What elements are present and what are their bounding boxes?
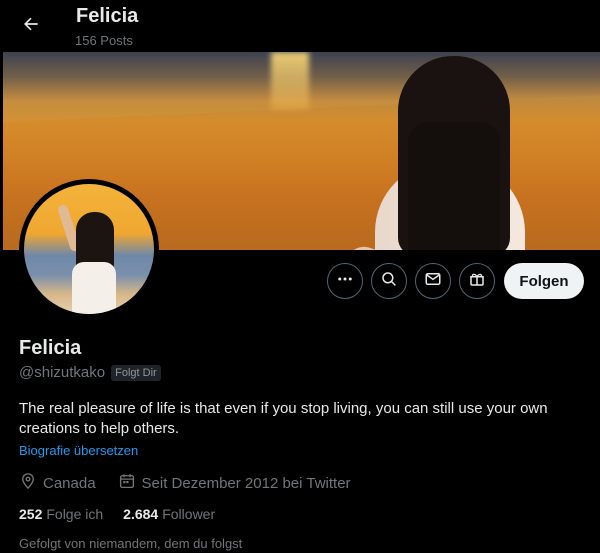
profile-page: Felicia 156 Posts Folgen Felicia @shizut… bbox=[3, 0, 600, 553]
follow-button[interactable]: Folgen bbox=[504, 263, 584, 299]
banner-sun-reflection bbox=[271, 52, 309, 110]
avatar[interactable] bbox=[19, 179, 159, 319]
followers-count: 2.684 bbox=[123, 506, 159, 522]
avatar-image bbox=[24, 184, 154, 314]
location-pin-icon bbox=[19, 472, 37, 494]
search-button[interactable] bbox=[371, 263, 407, 299]
location-text: Canada bbox=[43, 474, 96, 492]
profile-bio: The real pleasure of life is that even i… bbox=[19, 400, 548, 437]
translate-bio-link[interactable]: Biografie übersetzen bbox=[19, 443, 138, 458]
following-stat[interactable]: 252 Folge ich bbox=[19, 506, 103, 522]
followers-label: Follower bbox=[162, 506, 216, 522]
banner-person-hair-lower bbox=[408, 122, 500, 250]
follow-stats: 252 Folge ich 2.684 Follower bbox=[19, 506, 215, 522]
profile-name: Felicia bbox=[19, 337, 82, 359]
more-dots-icon bbox=[336, 270, 354, 293]
profile-handle: @shizutkako bbox=[19, 364, 106, 381]
follows-you-badge: Folgt Dir bbox=[111, 364, 161, 381]
profile-meta: Canada Seit Dezember 2012 bei Twitter bbox=[19, 472, 351, 494]
following-count: 252 bbox=[19, 506, 43, 522]
avatar-dress bbox=[72, 262, 116, 314]
header-posts-count: 156 Posts bbox=[75, 33, 133, 48]
back-button[interactable] bbox=[17, 12, 45, 40]
handle-row: @shizutkako Folgt Dir bbox=[19, 364, 161, 381]
header-title: Felicia bbox=[76, 5, 139, 27]
location-item: Canada bbox=[19, 472, 96, 494]
profile-header: Felicia 156 Posts bbox=[3, 0, 600, 52]
gift-icon bbox=[468, 270, 486, 293]
followed-by-text: Gefolgt von niemandem, dem du folgst bbox=[19, 536, 243, 551]
joined-text: Seit Dezember 2012 bei Twitter bbox=[141, 474, 351, 492]
more-button[interactable] bbox=[327, 263, 363, 299]
back-arrow-icon bbox=[21, 14, 41, 39]
joined-item: Seit Dezember 2012 bei Twitter bbox=[118, 472, 351, 494]
following-label: Folge ich bbox=[46, 506, 104, 522]
message-button[interactable] bbox=[415, 263, 451, 299]
followers-stat[interactable]: 2.684 Follower bbox=[123, 506, 215, 522]
mail-icon bbox=[424, 270, 442, 293]
calendar-icon bbox=[118, 472, 136, 494]
gift-button[interactable] bbox=[459, 263, 495, 299]
search-icon bbox=[380, 270, 398, 293]
